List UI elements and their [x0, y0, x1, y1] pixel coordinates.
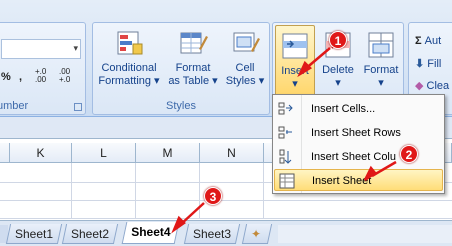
styles-group-label: Styles: [166, 100, 196, 112]
fill-button[interactable]: ⬇ Fill: [415, 57, 441, 70]
tab-sheet3[interactable]: Sheet3: [183, 224, 241, 244]
insert-rows-icon: [278, 125, 294, 141]
insert-dropdown-icon: ▾: [292, 78, 298, 90]
eraser-icon: ◆: [415, 80, 424, 92]
column-header-n[interactable]: N: [200, 143, 264, 163]
menu-item-insert-sheet[interactable]: Insert Sheet: [274, 169, 443, 191]
fill-label: Fill: [427, 58, 442, 70]
tab-sheet4[interactable]: Sheet4: [121, 222, 180, 244]
step-badge-3: 3: [204, 187, 222, 205]
menu-item-insert-cells-label: Insert Cells...: [311, 103, 376, 115]
conditional-formatting-button[interactable]: Conditional Formatting ▾: [97, 27, 161, 88]
cell-styles-icon: [229, 27, 261, 59]
format-as-table-label-1: Format: [175, 62, 211, 74]
delete-label: Delete: [322, 64, 354, 76]
gridline: [0, 218, 452, 219]
percent-button[interactable]: %: [1, 71, 11, 83]
tab-sheet2-label: Sheet2: [71, 227, 110, 241]
format-as-table-icon: [177, 27, 209, 59]
format-as-table-button[interactable]: Format as Table ▾: [165, 27, 221, 88]
gridline: [199, 163, 200, 219]
styles-group: Conditional Formatting ▾ Format as Table…: [92, 22, 270, 115]
format-as-table-label-2: as Table ▾: [168, 75, 218, 87]
number-group-label: umber: [0, 100, 29, 112]
gridline: [71, 163, 72, 219]
tab-sheet4-label: Sheet4: [131, 225, 171, 239]
increase-decimal-button[interactable]: +.0 .00: [35, 68, 55, 84]
gridline: [263, 163, 264, 219]
insert-menu: Insert Cells... Insert Sheet Rows Insert…: [272, 94, 445, 194]
column-header[interactable]: [0, 143, 10, 163]
tab-sheet2[interactable]: Sheet2: [61, 224, 119, 244]
menu-item-insert-sheet-label: Insert Sheet: [312, 175, 372, 187]
tab-sheet1-label: Sheet1: [15, 227, 54, 241]
insert-sheet-icon: [279, 173, 295, 189]
menu-item-insert-columns[interactable]: Insert Sheet Colu: [274, 146, 443, 168]
column-header-m[interactable]: M: [136, 143, 200, 163]
insert-columns-icon: [278, 149, 294, 165]
menu-item-insert-rows[interactable]: Insert Sheet Rows: [274, 122, 443, 144]
number-group: ▾ % , +.0 .00 .00 +.0 umber: [0, 22, 86, 115]
format-button[interactable]: Format ▾: [361, 29, 401, 90]
fill-down-icon: ⬇: [415, 58, 425, 70]
decrease-decimal-button[interactable]: .00 +.0: [59, 68, 79, 84]
cell-styles-label-2: Styles ▾: [225, 75, 265, 87]
dialog-launcher-icon[interactable]: [74, 103, 82, 111]
insert-label: Insert: [281, 65, 309, 77]
format-label: Format: [363, 64, 399, 76]
format-dropdown-icon: ▾: [378, 77, 384, 89]
conditional-formatting-icon: [113, 27, 145, 59]
gridline: [135, 163, 136, 219]
autosum-label: Aut: [424, 35, 442, 47]
format-icon: [365, 29, 397, 61]
insert-button[interactable]: Insert ▾: [275, 25, 315, 97]
gridline: [0, 200, 452, 201]
step-badge-1: 1: [329, 31, 347, 49]
horizontal-scrollbar[interactable]: [278, 225, 452, 243]
cell-styles-button[interactable]: Cell Styles ▾: [223, 27, 267, 88]
conditional-formatting-label-1: Conditional: [101, 62, 157, 74]
comma-button[interactable]: ,: [19, 71, 22, 83]
tab-sheet1[interactable]: Sheet1: [5, 224, 63, 244]
tab-sheet3-label: Sheet3: [193, 227, 232, 241]
number-format-combo[interactable]: ▾: [1, 39, 81, 59]
conditional-formatting-label-2: Formatting ▾: [98, 75, 160, 87]
cell-styles-label-1: Cell: [235, 62, 255, 74]
clear-label: Clea: [426, 80, 450, 92]
menu-item-insert-rows-label: Insert Sheet Rows: [311, 127, 401, 139]
menu-item-insert-columns-label: Insert Sheet Colu: [311, 151, 396, 163]
menu-item-insert-cells[interactable]: Insert Cells...: [274, 98, 443, 120]
delete-dropdown-icon: ▾: [335, 77, 341, 89]
step-badge-2: 2: [400, 145, 418, 163]
sheet-tab-bar: Sheet1 Sheet2 Sheet4 Sheet3 ✦: [0, 220, 452, 246]
column-header-l[interactable]: L: [72, 143, 136, 163]
sigma-icon: Σ: [415, 35, 422, 47]
chevron-down-icon: ▾: [73, 43, 78, 53]
clear-button[interactable]: ◆ Clea: [415, 79, 449, 92]
insert-cells-icon: [278, 101, 294, 117]
new-sheet-icon: ✦: [251, 227, 262, 241]
insert-icon: [279, 30, 311, 62]
column-header-k[interactable]: K: [10, 143, 72, 163]
insert-worksheet-tab[interactable]: ✦: [241, 224, 273, 244]
autosum-button[interactable]: Σ Aut: [415, 35, 441, 47]
